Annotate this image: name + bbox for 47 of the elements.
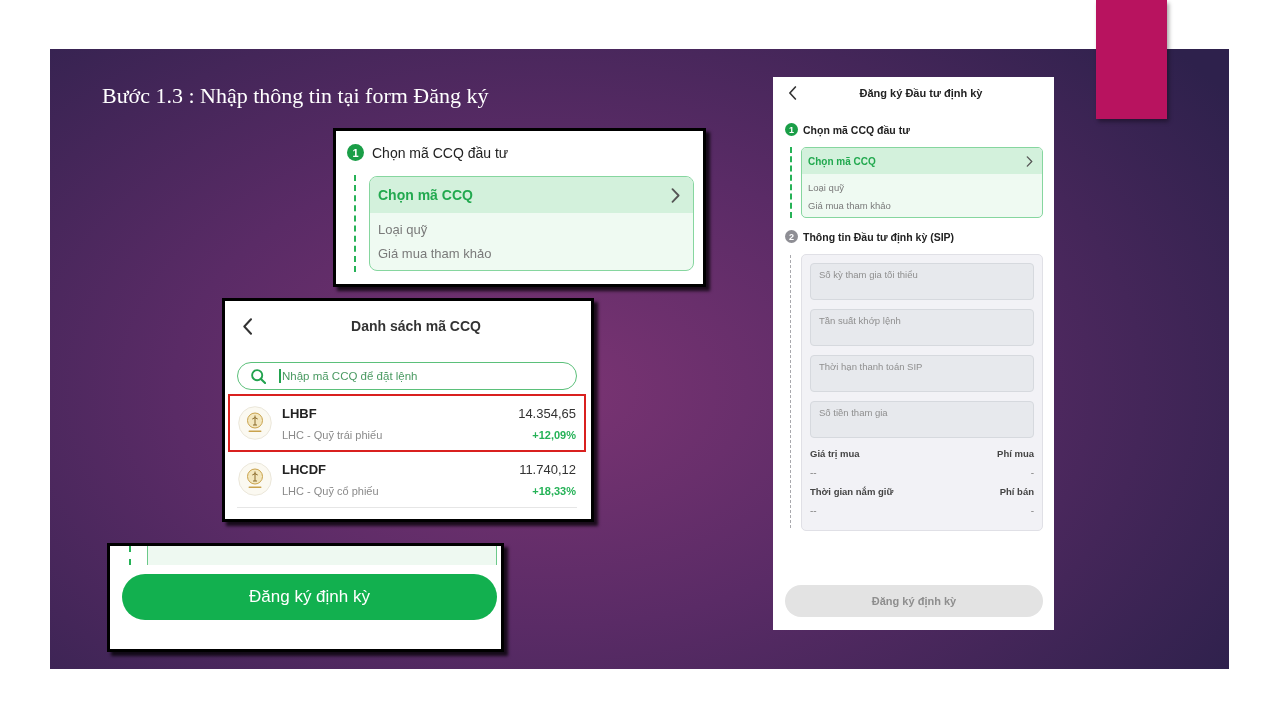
summary-label: Phí bán (999, 485, 1034, 499)
input-field[interactable]: Thời hạn thanh toán SIP (810, 355, 1034, 392)
input-field[interactable]: Tần suất khớp lệnh (810, 309, 1034, 346)
text-cursor-icon (279, 369, 281, 383)
summary-value: -- (810, 466, 817, 480)
fund-logo-icon (238, 406, 272, 440)
input-field[interactable]: Số tiền tham gia (810, 401, 1034, 438)
chevron-right-icon (1026, 155, 1033, 167)
fund-name: LHC - Quỹ cổ phiếu (282, 484, 380, 497)
slide-title: Bước 1.3 : Nhập thông tin tại form Đăng ký (102, 83, 489, 109)
step-number: 1 (347, 144, 364, 161)
step-number: 1 (785, 123, 798, 136)
chevron-right-icon (671, 187, 680, 203)
register-button[interactable]: Đăng ký định kỳ (122, 574, 497, 620)
summary-label: Thời gian nắm giữ (810, 485, 894, 499)
search-field[interactable]: Nhập mã CCQ để đặt lệnh (237, 362, 577, 390)
summary-label: Phí mua (997, 447, 1034, 461)
summary-label: Giá trị mua (810, 447, 860, 461)
step-title: Thông tin Đầu tư định kỳ (SIP) (803, 230, 955, 243)
step-title: Chọn mã CCQ đầu tư (803, 123, 910, 136)
input-field[interactable]: Số kỳ tham gia tối thiểu (810, 263, 1034, 300)
summary-value: - (1030, 504, 1034, 518)
fund-code: LHCDF (282, 461, 328, 477)
fund-code: LHBF (282, 405, 318, 421)
fund-price: 11.740,12 (519, 461, 576, 477)
fund-logo-icon (238, 462, 272, 496)
field-label: Giá mua tham khảo (807, 199, 892, 213)
field-label: Giá mua tham khảo (377, 245, 493, 263)
fund-row[interactable]: LHBF LHC - Quỹ trái phiếu 14.354,65 +12,09% (228, 394, 586, 452)
search-icon (251, 368, 266, 384)
screen-title: Danh sách mã CCQ (351, 318, 481, 334)
field-label: Loại quỹ (377, 221, 429, 239)
fund-name: LHC - Quỹ trái phiếu (282, 428, 384, 441)
fund-row[interactable]: LHCDF LHC - Quỹ cổ phiếu 11.740,12 +18,33% (228, 453, 586, 505)
step-title: Chọn mã CCQ đầu tư (372, 144, 509, 161)
summary-value: - (1030, 466, 1034, 480)
summary-value: -- (810, 504, 817, 518)
screen-title: Đăng ký Đầu tư định kỳ (859, 87, 983, 99)
step-number: 2 (785, 230, 798, 243)
fund-change: +18,33% (532, 484, 576, 497)
back-icon[interactable] (788, 86, 797, 100)
fund-price: 14.354,65 (518, 405, 576, 421)
fund-select[interactable]: Chọn mã CCQ (370, 177, 693, 213)
field-label: Loại quỹ (807, 181, 845, 195)
fund-change: +12,09% (532, 428, 576, 441)
back-icon[interactable] (241, 317, 254, 335)
fund-select[interactable]: Chọn mã CCQ (802, 148, 1042, 174)
